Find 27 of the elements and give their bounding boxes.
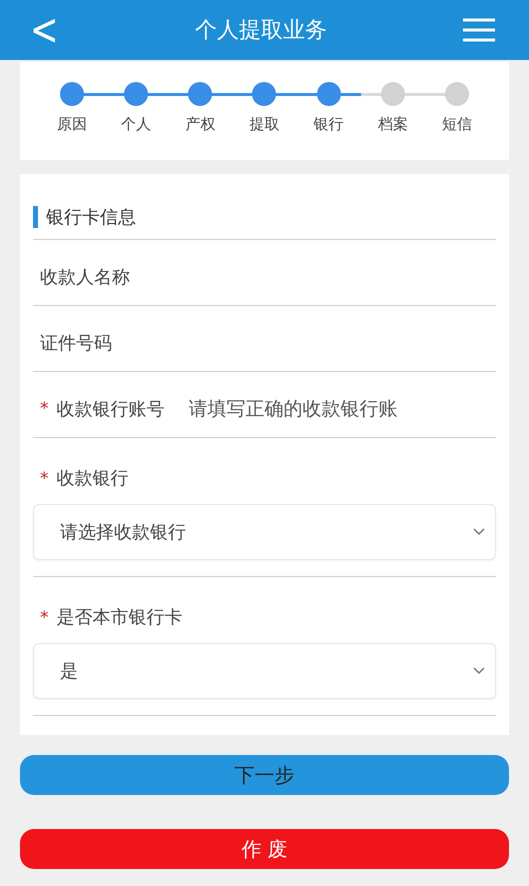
- chevron-down-icon: [473, 667, 485, 675]
- field-label: 收款银行账号: [56, 398, 164, 420]
- field-label: 收款人名称: [40, 266, 130, 288]
- select-field[interactable]: 请选择收款银行: [33, 504, 496, 560]
- page-title: 个人提取业务: [194, 17, 327, 45]
- step-label: 档案: [378, 115, 408, 134]
- select-field[interactable]: 是: [33, 643, 496, 699]
- step-label: 个人: [121, 115, 152, 134]
- step-label: 原因: [57, 115, 88, 134]
- required-mark: *: [40, 608, 48, 628]
- required-mark: *: [40, 469, 48, 489]
- section-title: 银行卡信息: [46, 206, 136, 228]
- field-label: 收款银行: [56, 468, 128, 489]
- field-label: 是否本市银行卡: [56, 607, 182, 628]
- step-label: 短信: [442, 115, 472, 134]
- input-field[interactable]: 请填写正确的收款银行账: [188, 398, 489, 420]
- step-label: 提取: [249, 115, 280, 134]
- void-button[interactable]: 作 废: [20, 829, 509, 869]
- next-button[interactable]: 下一步: [20, 755, 509, 795]
- step-label: 银行: [314, 115, 344, 134]
- back-button[interactable]: <: [30, 8, 58, 52]
- section-marker: [33, 206, 38, 228]
- required-mark: *: [40, 398, 48, 418]
- chevron-down-icon: [473, 528, 485, 536]
- field-label: 证件号码: [40, 332, 112, 354]
- menu-icon[interactable]: [463, 18, 495, 42]
- step-label: 产权: [185, 115, 216, 134]
